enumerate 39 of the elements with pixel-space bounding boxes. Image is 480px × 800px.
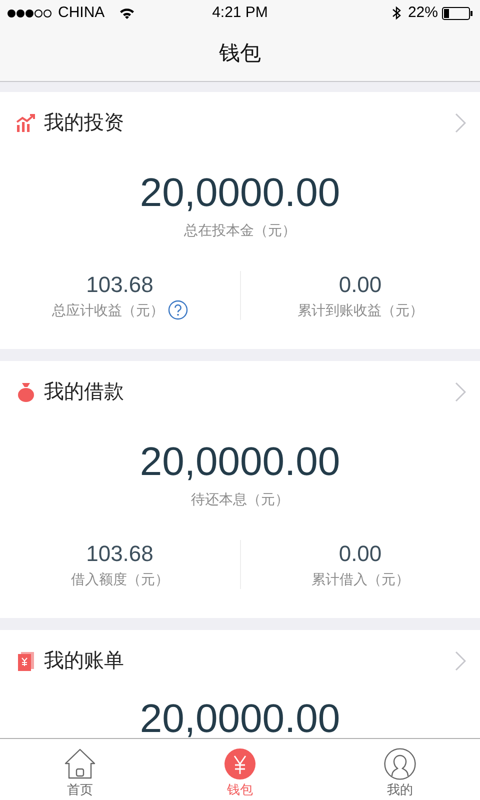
bluetooth-icon xyxy=(392,5,402,21)
amount-value: 20,0000.00 xyxy=(140,697,340,738)
stat-value: 0.00 xyxy=(338,540,382,568)
bill-icon xyxy=(17,651,35,671)
amount-label: 总在投本金（元） xyxy=(184,222,296,238)
stat-label: 借入额度（元） xyxy=(70,570,169,589)
section-header[interactable]: 我的账单 xyxy=(0,630,480,692)
nav-title: 钱包 xyxy=(219,40,261,67)
profile-icon xyxy=(384,748,416,780)
stat-label: 累计到账收益（元） xyxy=(297,301,424,320)
yuan-icon xyxy=(224,748,256,780)
section-header[interactable]: 我的投资 xyxy=(0,92,480,154)
stat-label: 累计借入（元） xyxy=(311,570,410,589)
status-time: 4:21 PM xyxy=(212,2,268,23)
battery-icon xyxy=(442,6,473,20)
amount-label: 待还本息（元） xyxy=(191,491,289,507)
tab-item[interactable]: 我的 xyxy=(320,739,480,800)
chevron-right-icon xyxy=(455,651,466,671)
wifi-icon xyxy=(118,7,135,19)
money-bag-icon xyxy=(17,382,35,402)
chart-icon xyxy=(16,114,36,132)
battery-percent: 22% xyxy=(408,2,438,23)
help-icon[interactable] xyxy=(168,300,188,320)
chevron-right-icon xyxy=(455,382,466,402)
section-title: 我的投资 xyxy=(44,111,124,136)
amount-value: 20,0000.00 xyxy=(140,440,340,484)
tab-item[interactable]: 首页 xyxy=(0,739,160,800)
section-header[interactable]: 我的借款 xyxy=(0,361,480,423)
chevron-right-icon xyxy=(455,113,466,133)
carrier-name: CHINA xyxy=(58,2,105,23)
signal-icon xyxy=(7,8,53,18)
home-icon xyxy=(64,748,96,780)
section-title: 我的账单 xyxy=(44,649,124,674)
stat-label: 总应计收益（元） xyxy=(52,301,164,320)
stat-value: 103.68 xyxy=(86,540,154,568)
section-title: 我的借款 xyxy=(44,380,124,405)
amount-value: 20,0000.00 xyxy=(140,171,340,215)
stat-value: 103.68 xyxy=(86,271,154,299)
stat-value: 0.00 xyxy=(338,271,382,299)
